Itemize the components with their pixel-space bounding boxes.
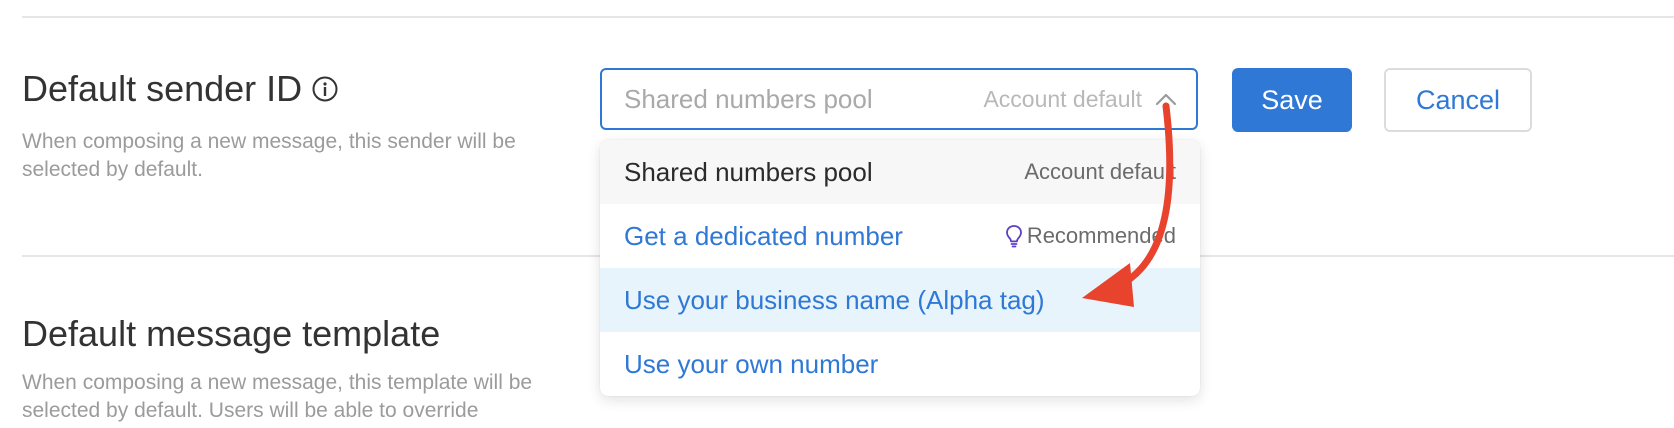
info-circle-icon[interactable] (312, 76, 338, 102)
sender-id-select[interactable]: Account default (600, 68, 1198, 130)
section-title-sender-id: Default sender ID (22, 68, 338, 110)
option-meta: Account default (1024, 159, 1176, 184)
option-label: Shared numbers pool (624, 156, 873, 187)
cancel-button[interactable]: Cancel (1384, 68, 1532, 132)
option-label: Use your own number (624, 348, 879, 379)
option-shared-numbers-pool[interactable]: Shared numbers pool Account default (600, 140, 1200, 204)
option-meta-recommended: Recommended (1005, 223, 1176, 249)
option-label: Use your business name (Alpha tag) (624, 284, 1045, 315)
recommended-label: Recommended (1026, 223, 1176, 248)
option-label: Get a dedicated number (624, 220, 903, 251)
sender-id-search-input[interactable] (624, 83, 984, 115)
section-title-text: Default sender ID (22, 68, 303, 109)
chevron-up-icon[interactable] (1154, 87, 1178, 111)
save-button[interactable]: Save (1232, 68, 1352, 132)
settings-page: Default sender ID When composing a new m… (0, 0, 1674, 428)
lightbulb-icon (1005, 224, 1023, 248)
section-description-message-template: When composing a new message, this templ… (22, 371, 533, 422)
account-default-hint: Account default (983, 85, 1142, 112)
section-description-sender-id: When composing a new message, this sende… (22, 130, 516, 181)
sender-id-dropdown: Shared numbers pool Account default Get … (600, 140, 1200, 396)
option-dedicated-number[interactable]: Get a dedicated number Recommended (600, 204, 1200, 268)
option-own-number[interactable]: Use your own number (600, 332, 1200, 396)
option-business-name-alpha-tag[interactable]: Use your business name (Alpha tag) (600, 268, 1200, 332)
section-title-message-template: Default message template (22, 313, 440, 355)
section-title-text: Default message template (22, 313, 441, 354)
divider (22, 16, 1674, 18)
